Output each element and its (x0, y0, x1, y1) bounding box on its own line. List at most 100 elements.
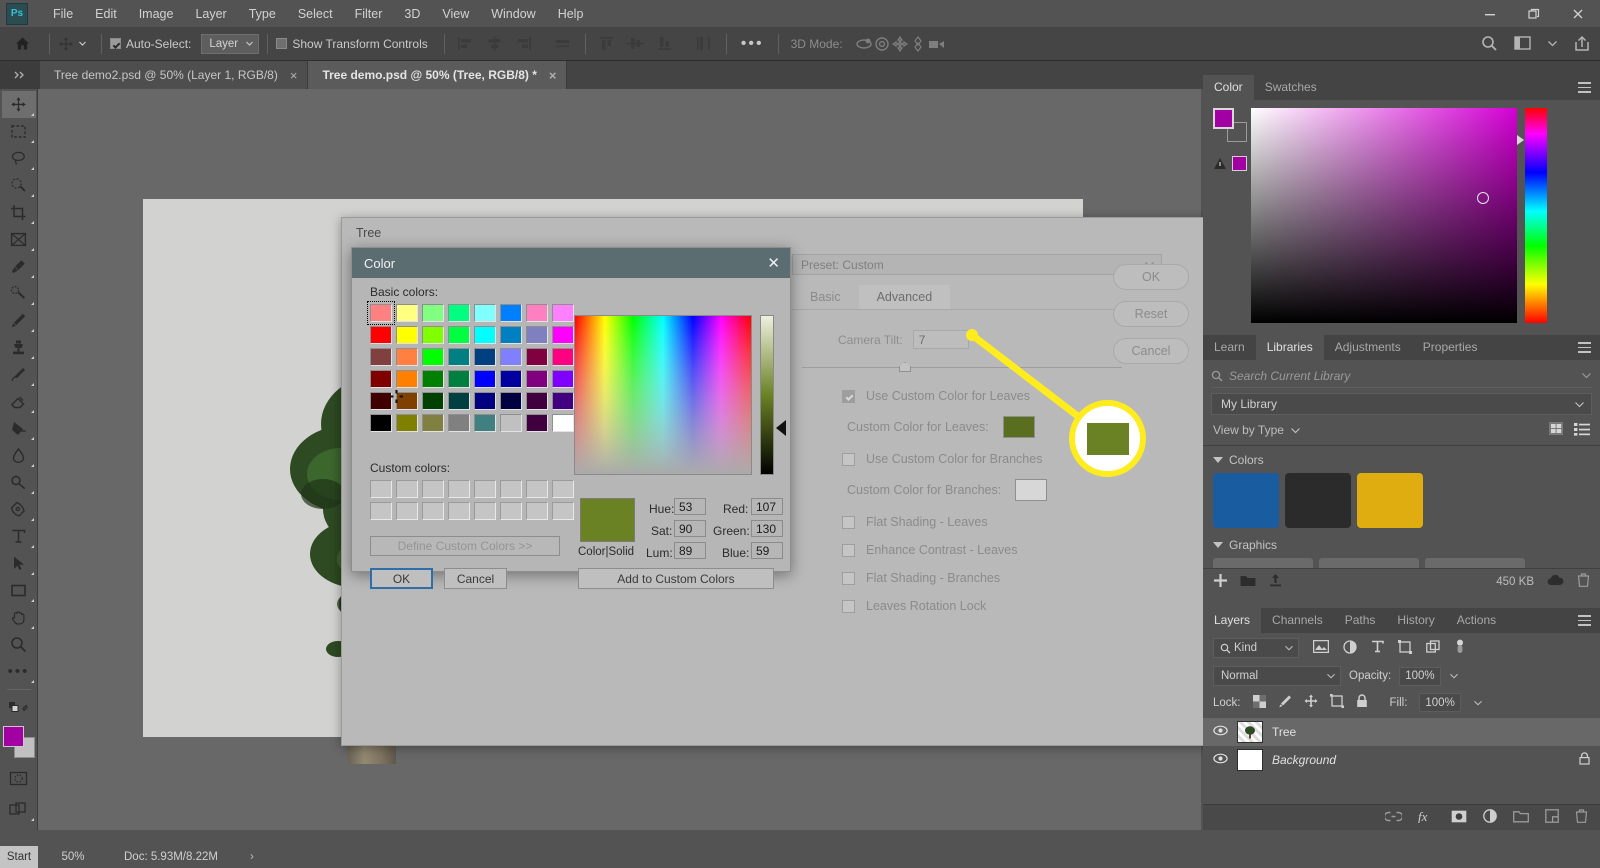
filter-shape-icon[interactable] (1398, 639, 1412, 657)
basic-color-swatch[interactable] (396, 370, 418, 388)
layer-thumbnail[interactable] (1237, 749, 1263, 771)
custom-color-swatch[interactable] (474, 480, 496, 498)
layer-visibility-icon[interactable] (1213, 753, 1228, 767)
ellipsis-icon[interactable]: ••• (741, 35, 764, 51)
cancel-button[interactable]: Cancel (1113, 338, 1189, 364)
library-search-input[interactable]: Search Current Library (1229, 369, 1575, 383)
eraser-tool[interactable] (2, 388, 36, 415)
basic-color-swatch[interactable] (474, 326, 496, 344)
panel-menu-icon[interactable] (1578, 342, 1591, 356)
menu-3d[interactable]: 3D (393, 3, 431, 25)
brush-tool[interactable] (2, 307, 36, 334)
foreground-color-swatch[interactable] (1213, 108, 1234, 129)
basic-color-swatch[interactable] (474, 348, 496, 366)
restore-icon[interactable] (1512, 0, 1556, 27)
lum-input[interactable]: 89 (674, 542, 706, 559)
canvas-area[interactable]: Tree Preset: Custom Basic Advanced Camer… (38, 89, 1210, 830)
basic-color-swatch[interactable] (474, 370, 496, 388)
frame-tool[interactable] (2, 226, 36, 253)
layer-name[interactable]: Tree (1272, 725, 1296, 739)
workspace-icon[interactable] (1514, 36, 1531, 51)
menu-select[interactable]: Select (287, 3, 344, 25)
align-left-edges-icon[interactable] (457, 36, 474, 51)
auto-select-checkbox[interactable] (110, 38, 121, 49)
grid-view-icon[interactable] (1548, 421, 1564, 439)
basic-color-swatch[interactable] (526, 326, 548, 344)
auto-select-option[interactable]: Auto-Select: (110, 37, 191, 51)
tab-advanced[interactable]: Advanced (858, 285, 951, 309)
custom-color-swatch[interactable] (448, 502, 470, 520)
library-color-chip[interactable] (1213, 473, 1279, 528)
filter-type-icon[interactable] (1371, 640, 1384, 656)
add-icon[interactable] (1213, 573, 1228, 591)
filter-adjustment-icon[interactable] (1343, 639, 1357, 657)
library-graphic-item[interactable] (1425, 558, 1525, 568)
basic-color-swatch[interactable] (367, 301, 395, 325)
lock-position-icon[interactable] (1304, 694, 1318, 711)
fill-input[interactable]: 100% (1419, 693, 1462, 712)
custom-colors-grid[interactable] (370, 480, 577, 523)
ok-button[interactable]: OK (1113, 264, 1189, 290)
slide-3d-icon[interactable] (909, 35, 927, 52)
basic-color-swatch[interactable] (448, 392, 470, 410)
panel-menu-icon[interactable] (1578, 82, 1591, 96)
basic-color-swatch[interactable] (422, 370, 444, 388)
basic-color-swatch[interactable] (396, 326, 418, 344)
custom-color-swatch[interactable] (448, 480, 470, 498)
pan-3d-icon[interactable] (891, 35, 909, 52)
crop-tool[interactable] (2, 199, 36, 226)
cloud-icon[interactable] (1546, 574, 1565, 589)
move-tool-option-icon[interactable] (58, 36, 87, 52)
rectangular-marquee-tool[interactable] (2, 118, 36, 145)
hue-slider-handle[interactable] (1517, 135, 1524, 145)
hue-input[interactable]: 53 (674, 498, 706, 515)
align-top-edges-icon[interactable] (598, 36, 615, 51)
basic-color-swatch[interactable] (474, 414, 496, 432)
color-gradient-field[interactable] (574, 315, 752, 475)
align-vertical-centers-icon[interactable] (626, 36, 644, 51)
leaves-color-swatch[interactable] (1002, 416, 1035, 438)
new-adjustment-layer-icon[interactable] (1483, 809, 1497, 826)
layer-filter-kind-dropdown[interactable]: Kind (1213, 638, 1299, 658)
close-icon[interactable]: ✕ (767, 254, 780, 272)
basic-color-swatch[interactable] (552, 370, 574, 388)
custom-color-swatch[interactable] (370, 480, 392, 498)
trash-icon[interactable] (1577, 573, 1590, 590)
menu-help[interactable]: Help (547, 3, 595, 25)
layer-visibility-icon[interactable] (1213, 725, 1228, 739)
fx-icon[interactable]: fx (1418, 809, 1435, 826)
filter-toggle-icon[interactable] (1454, 639, 1466, 658)
camera-tilt-input[interactable]: 7 (912, 330, 969, 349)
preset-dropdown[interactable]: Preset: Custom (792, 254, 1162, 275)
basic-color-swatch[interactable] (396, 414, 418, 432)
option-use-custom-color-branches[interactable]: Use Custom Color for Branches (842, 452, 1201, 466)
color-cancel-button[interactable]: Cancel (444, 568, 507, 589)
new-layer-icon[interactable] (1545, 809, 1559, 826)
library-selector[interactable]: My Library (1211, 393, 1592, 415)
list-view-icon[interactable] (1574, 422, 1590, 439)
align-bottom-edges-icon[interactable] (656, 36, 673, 51)
basic-color-swatch[interactable] (552, 348, 574, 366)
basic-color-swatch[interactable] (526, 304, 548, 322)
option-use-custom-color-leaves[interactable]: Use Custom Color for Leaves (842, 389, 1201, 403)
tab-history[interactable]: History (1386, 608, 1445, 633)
align-right-edges-icon[interactable] (515, 36, 532, 51)
hand-tool[interactable] (2, 604, 36, 631)
edit-toolbar[interactable]: ••• (2, 658, 36, 685)
delete-layer-icon[interactable] (1575, 809, 1588, 826)
library-graphic-item[interactable] (1213, 558, 1313, 568)
quick-mask-icon[interactable] (2, 765, 36, 792)
rectangle-tool[interactable] (2, 577, 36, 604)
lock-artboard-icon[interactable] (1329, 694, 1344, 711)
library-content[interactable]: Colors Graphics (1203, 445, 1600, 568)
menu-type[interactable]: Type (238, 3, 287, 25)
custom-color-swatch[interactable] (396, 502, 418, 520)
menu-edit[interactable]: Edit (84, 3, 128, 25)
blend-mode-dropdown[interactable]: Normal (1213, 666, 1341, 686)
show-transform-checkbox[interactable] (276, 38, 288, 49)
tab-paths[interactable]: Paths (1334, 608, 1387, 633)
luminance-slider[interactable] (760, 315, 774, 475)
tab-learn[interactable]: Learn (1203, 335, 1256, 360)
menu-image[interactable]: Image (128, 3, 185, 25)
basic-color-swatch[interactable] (422, 348, 444, 366)
